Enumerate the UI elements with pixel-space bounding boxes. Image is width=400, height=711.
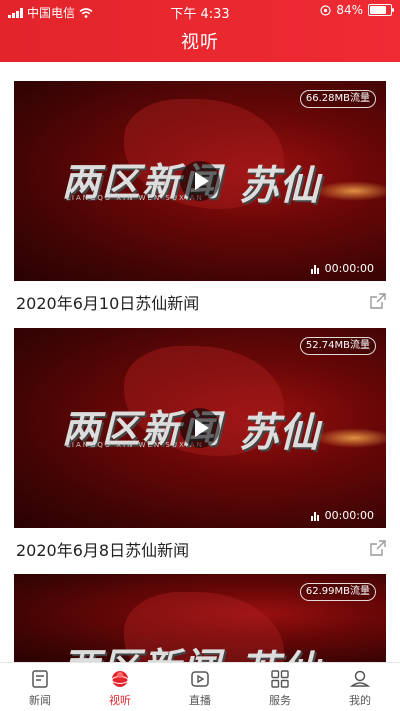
audio-bars-icon: [310, 511, 319, 521]
video-thumbnail[interactable]: 两区新闻 苏仙 LIANGQU XIN WEN SUXIAN 52.74MB流量…: [14, 328, 386, 528]
app-header: 中国电信 下午 4:33 84% 视听: [0, 0, 400, 62]
thumbnail-logo-right: 苏仙: [239, 163, 319, 209]
duration-text: 00:00:00: [324, 262, 374, 275]
bottom-tab-bar: 新闻 视听 直播 服务 我的: [0, 662, 400, 711]
page-title: 视听: [181, 32, 219, 53]
data-size-badge: 62.99MB流量: [299, 583, 376, 601]
audio-bars-icon: [310, 264, 319, 274]
share-icon[interactable]: [370, 293, 386, 309]
grid-services-icon: [271, 670, 289, 688]
data-size-badge: 52.74MB流量: [299, 337, 376, 355]
share-icon[interactable]: [370, 540, 386, 556]
tab-label: 直播: [189, 694, 211, 707]
status-bar: 中国电信 下午 4:33 84%: [0, 0, 400, 22]
audiovisual-icon: [111, 671, 129, 687]
light-flare: [314, 181, 386, 201]
tab-label: 新闻: [29, 694, 51, 707]
tab-label: 我的: [349, 694, 371, 707]
video-title[interactable]: 2020年6月8日苏仙新闻: [16, 537, 189, 561]
tab-news[interactable]: 新闻: [0, 663, 80, 711]
duration-label: 00:00:00: [310, 509, 374, 522]
play-icon[interactable]: [180, 161, 220, 201]
tab-services[interactable]: 服务: [240, 663, 320, 711]
tab-label: 服务: [269, 694, 291, 707]
thumbnail-logo-sub: LIANGQU XIN WEN SUXIAN: [66, 441, 204, 449]
video-thumbnail[interactable]: 两区新闻 苏仙 62.99MB流量: [14, 574, 386, 662]
video-thumbnail[interactable]: 两区新闻 苏仙 LIANGQU XIN WEN SUXIAN 66.28MB流量…: [14, 81, 386, 281]
tab-label: 视听: [109, 694, 131, 707]
thumbnail-logo-sub: LIANGQU XIN WEN SUXIAN: [66, 194, 204, 202]
data-size-badge: 66.28MB流量: [299, 90, 376, 108]
battery-percent: 84%: [336, 3, 363, 17]
video-title[interactable]: 2020年6月10日苏仙新闻: [16, 290, 199, 314]
play-icon[interactable]: [180, 408, 220, 448]
thumbnail-logo-right: 苏仙: [239, 410, 319, 456]
light-flare: [314, 428, 386, 448]
news-icon: [32, 670, 48, 688]
battery-icon: [368, 4, 394, 16]
orientation-lock-icon: [320, 4, 331, 16]
tab-audiovisual[interactable]: 视听: [80, 663, 160, 711]
thumbnail-logo-right: 苏仙: [239, 638, 319, 662]
tab-live[interactable]: 直播: [160, 663, 240, 711]
video-list[interactable]: 两区新闻 苏仙 LIANGQU XIN WEN SUXIAN 66.28MB流量…: [0, 62, 400, 662]
tab-profile[interactable]: 我的: [320, 663, 400, 711]
duration-label: 00:00:00: [310, 262, 374, 275]
profile-icon: [350, 670, 370, 687]
live-play-icon: [191, 671, 209, 687]
thumbnail-logo-left: 两区新闻: [62, 636, 222, 662]
duration-text: 00:00:00: [324, 509, 374, 522]
